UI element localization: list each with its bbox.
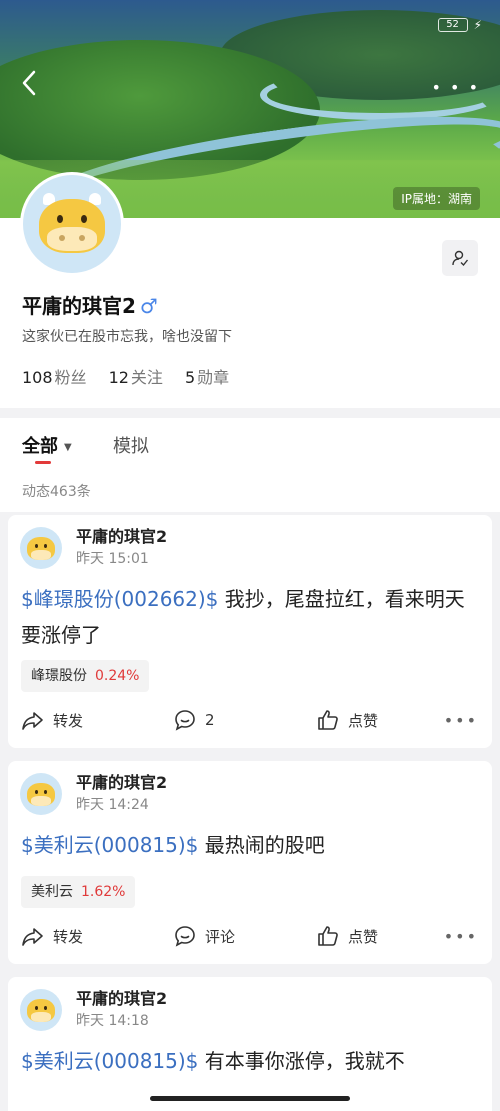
- comment-button[interactable]: 2: [173, 708, 215, 732]
- repost-label: 转发: [53, 927, 84, 946]
- stock-change: 0.24%: [95, 668, 140, 684]
- stock-name: 峰璟股份: [31, 668, 87, 684]
- stat-medals[interactable]: 5 勋章: [185, 364, 229, 388]
- stock-change: 1.62%: [81, 884, 126, 900]
- tab-all[interactable]: 全部 ▼: [22, 432, 72, 458]
- post-author[interactable]: 平庸的琪官2: [76, 985, 167, 1009]
- comment-label: 评论: [205, 927, 236, 946]
- user-edit-icon: [452, 250, 469, 267]
- back-arrow-icon: [22, 70, 36, 96]
- post-content[interactable]: $美利云(000815)$ 最热闹的股吧: [21, 827, 481, 863]
- post-card[interactable]: 平庸的琪官2 昨天 15:01 $峰璟股份(002662)$ 我抄，尾盘拉红，看…: [8, 515, 492, 748]
- edit-profile-button[interactable]: [442, 240, 478, 276]
- repost-label: 转发: [53, 711, 84, 730]
- share-icon: [22, 928, 43, 946]
- charging-icon: ⚡: [473, 18, 482, 32]
- repost-button[interactable]: 转发: [21, 708, 83, 732]
- stat-value: 108: [22, 368, 53, 387]
- stat-value: 5: [184, 368, 196, 387]
- stock-link[interactable]: $美利云(000815)$: [21, 1049, 198, 1073]
- status-bar: 52 ⚡: [437, 18, 482, 32]
- stat-fans[interactable]: 108 粉丝: [22, 364, 87, 388]
- stat-label: 勋章: [197, 368, 230, 387]
- comment-label: 2: [205, 711, 215, 729]
- like-button[interactable]: 点赞: [316, 924, 378, 948]
- post-time: 昨天 14:24: [76, 797, 149, 813]
- profile-bio: 这家伙已在股市忘我，啥也没留下: [22, 329, 232, 345]
- battery-indicator: 52: [437, 18, 468, 32]
- stock-name: 美利云: [31, 884, 73, 900]
- cow-avatar-icon: [26, 996, 56, 1026]
- like-label: 点赞: [348, 711, 379, 730]
- tab-simulated[interactable]: 模拟: [113, 432, 149, 458]
- post-card[interactable]: 平庸的琪官2 昨天 14:18 $美利云(000815)$ 有本事你涨停，我就不: [8, 977, 492, 1111]
- comment-button[interactable]: 评论: [173, 924, 235, 948]
- stock-tag[interactable]: 美利云 1.62%: [21, 876, 136, 908]
- stat-label: 关注: [130, 368, 163, 387]
- profile-name: 平庸的琪官2 ♂: [22, 290, 158, 319]
- stat-following[interactable]: 12 关注: [109, 364, 163, 388]
- male-gender-icon: ♂: [139, 294, 158, 318]
- comment-icon: [175, 926, 195, 947]
- post-avatar[interactable]: [20, 527, 62, 569]
- cow-avatar-icon: [37, 191, 107, 261]
- more-options-icon[interactable]: • • •: [432, 78, 480, 97]
- post-avatar[interactable]: [20, 773, 62, 815]
- active-tab-indicator: [35, 461, 51, 464]
- post-actions: 转发 评论 点赞 •••: [21, 921, 478, 951]
- stat-label: 粉丝: [54, 368, 87, 387]
- tab-all-label: 全部: [22, 436, 58, 457]
- like-label: 点赞: [348, 927, 379, 946]
- feed-count: 动态463条: [22, 484, 91, 500]
- like-button[interactable]: 点赞: [316, 708, 378, 732]
- stat-value: 12: [108, 368, 129, 387]
- cow-avatar-icon: [26, 780, 56, 810]
- post-author[interactable]: 平庸的琪官2: [76, 523, 167, 547]
- post-time: 昨天 15:01: [76, 551, 149, 567]
- post-content[interactable]: $峰璟股份(002662)$ 我抄，尾盘拉红，看来明天要涨停了: [21, 581, 481, 653]
- ip-location-badge: IP属地：湖南: [393, 187, 480, 210]
- more-options-icon[interactable]: •••: [444, 927, 478, 946]
- avatar[interactable]: [20, 172, 124, 276]
- repost-button[interactable]: 转发: [21, 924, 83, 948]
- cow-avatar-icon: [26, 534, 56, 564]
- share-icon: [22, 712, 43, 730]
- user-name-text: 平庸的琪官2: [22, 294, 136, 318]
- comment-icon: [175, 710, 195, 731]
- post-text: 有本事你涨停，我就不: [198, 1049, 405, 1073]
- profile-stats: 108 粉丝 12 关注 5 勋章: [22, 364, 229, 388]
- post-actions: 转发 2 点赞 •••: [21, 705, 478, 735]
- post-text: 最热闹的股吧: [198, 833, 325, 857]
- back-button[interactable]: [18, 68, 48, 104]
- post-author[interactable]: 平庸的琪官2: [76, 769, 167, 793]
- stock-link[interactable]: $峰璟股份(002662)$: [21, 587, 218, 611]
- caret-down-icon: ▼: [64, 441, 72, 453]
- post-card[interactable]: 平庸的琪官2 昨天 14:24 $美利云(000815)$ 最热闹的股吧 美利云…: [8, 761, 492, 964]
- post-content[interactable]: $美利云(000815)$ 有本事你涨停，我就不: [21, 1043, 481, 1079]
- stock-link[interactable]: $美利云(000815)$: [21, 833, 198, 857]
- home-indicator[interactable]: [150, 1096, 350, 1101]
- more-options-icon[interactable]: •••: [444, 711, 478, 730]
- thumbs-up-icon: [318, 710, 338, 730]
- stock-tag[interactable]: 峰璟股份 0.24%: [21, 660, 150, 692]
- post-time: 昨天 14:18: [76, 1013, 149, 1029]
- thumbs-up-icon: [318, 926, 338, 946]
- post-avatar[interactable]: [20, 989, 62, 1031]
